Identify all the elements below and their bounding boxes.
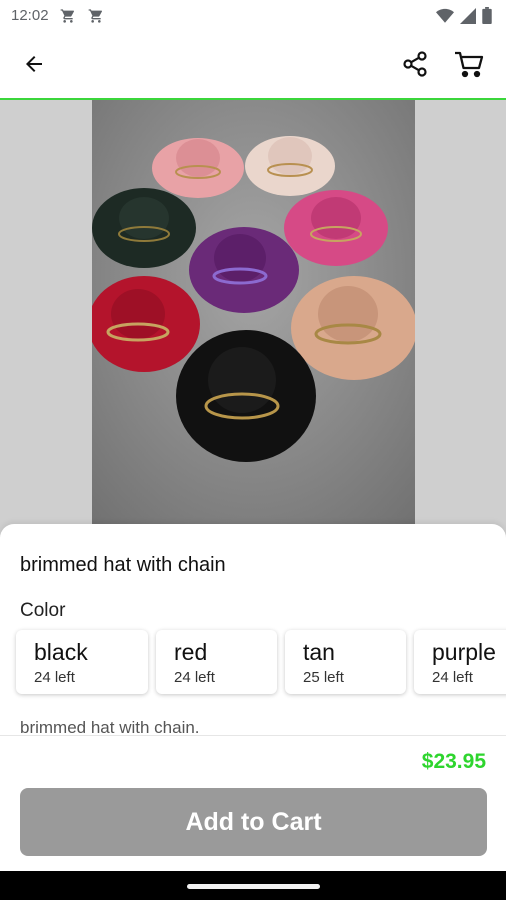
cart-button[interactable] xyxy=(449,46,489,86)
variant-name: red xyxy=(174,639,208,665)
product-description: brimmed hat with chain. xyxy=(20,718,200,735)
product-title: brimmed hat with chain xyxy=(20,554,226,576)
variant-stock: 24 left xyxy=(34,669,75,686)
share-icon xyxy=(401,50,429,83)
variant-card-purple[interactable]: purple 24 left xyxy=(414,630,506,694)
cart-notification-icon xyxy=(88,8,104,24)
product-detail-screen: 12:02 brimmed hat with chain Color black… xyxy=(0,0,506,900)
status-icons xyxy=(436,7,492,29)
variant-stock: 24 left xyxy=(174,669,215,686)
system-nav-bar xyxy=(0,871,506,900)
status-time: 12:02 xyxy=(11,7,49,24)
variant-name: tan xyxy=(303,639,335,665)
product-image-area xyxy=(0,100,506,540)
add-to-cart-button[interactable]: Add to Cart xyxy=(20,788,487,856)
color-label: Color xyxy=(20,600,66,621)
arrow-left-icon xyxy=(22,52,46,81)
color-variant-list: black 24 left red 24 left tan 25 left pu… xyxy=(16,630,506,694)
purchase-footer: $23.95 Add to Cart xyxy=(0,735,506,872)
wifi-icon xyxy=(436,8,454,29)
variant-card-black[interactable]: black 24 left xyxy=(16,630,148,694)
battery-icon xyxy=(482,7,492,29)
variant-stock: 24 left xyxy=(432,669,473,686)
variant-card-red[interactable]: red 24 left xyxy=(156,630,277,694)
signal-icon xyxy=(460,7,476,29)
variant-stock: 25 left xyxy=(303,669,344,686)
status-bar: 12:02 xyxy=(0,0,506,32)
product-sheet: brimmed hat with chain Color black 24 le… xyxy=(0,524,506,735)
price-label: $23.95 xyxy=(421,750,486,773)
cart-icon xyxy=(454,50,484,83)
variant-card-tan[interactable]: tan 25 left xyxy=(285,630,406,694)
app-bar xyxy=(0,32,506,100)
share-button[interactable] xyxy=(395,46,435,86)
home-gesture-handle[interactable] xyxy=(187,884,320,889)
variant-name: black xyxy=(34,639,88,665)
variant-name: purple xyxy=(432,639,496,665)
cart-notification-icon xyxy=(60,8,76,24)
product-photo[interactable] xyxy=(92,100,415,540)
back-button[interactable] xyxy=(14,46,54,86)
